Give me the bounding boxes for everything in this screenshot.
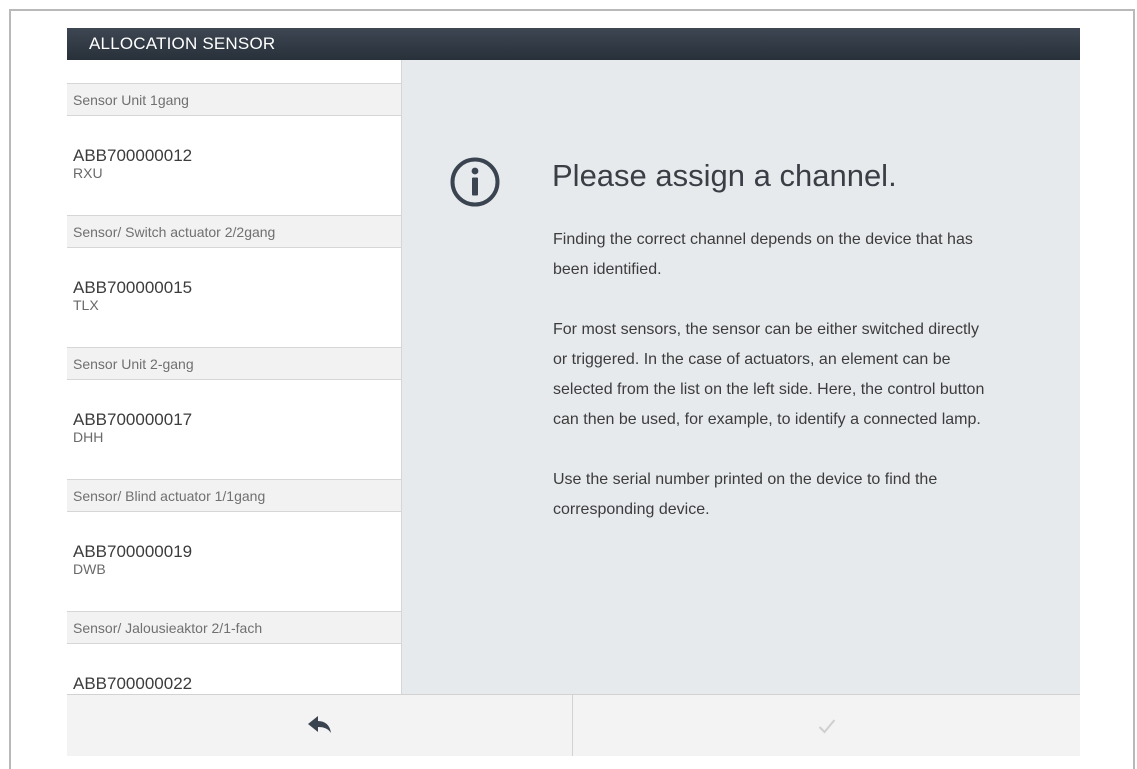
back-arrow-icon — [307, 715, 331, 733]
list-top-gap — [67, 60, 401, 83]
device-serial: ABB700000022 — [73, 674, 193, 693]
list-item[interactable]: ABB700000015 TLX — [67, 248, 401, 347]
back-button[interactable] — [67, 695, 573, 756]
instruction-panel: Please assign a channel. Finding the cor… — [402, 60, 1080, 694]
device-type: TLX — [73, 297, 99, 313]
device-serial: ABB700000015 — [73, 278, 193, 297]
list-item[interactable]: ABB700000012 RXU — [67, 116, 401, 215]
message-paragraph: Use the serial number printed on the dev… — [553, 471, 938, 518]
message-title: Please assign a channel. — [552, 158, 897, 193]
device-serial: ABB700000012 — [73, 146, 193, 165]
footer-bar — [67, 694, 1080, 756]
info-icon — [450, 157, 500, 207]
message-body: Finding the correct channel depends on t… — [553, 225, 993, 555]
list-item[interactable]: ABB700000017 DHH — [67, 380, 401, 479]
window-title: ALLOCATION SENSOR — [67, 28, 1080, 60]
group-header: Sensor/ Switch actuator 2/2gang — [67, 215, 401, 248]
checkmark-icon — [818, 718, 835, 733]
message-paragraph: Finding the correct channel depends on t… — [553, 231, 973, 278]
device-type: DWB — [73, 561, 106, 577]
group-header: Sensor/ Blind actuator 1/1gang — [67, 479, 401, 512]
device-type: DHH — [73, 429, 104, 445]
device-serial: ABB700000019 — [73, 542, 193, 561]
app-window: ALLOCATION SENSOR Sensor Unit 1gang ABB7… — [67, 28, 1080, 756]
device-serial: ABB700000017 — [73, 410, 193, 429]
confirm-button[interactable] — [573, 695, 1080, 756]
sensor-list[interactable]: Sensor Unit 1gang ABB700000012 RXU Senso… — [67, 60, 402, 694]
list-item[interactable]: ABB700000022 — [67, 644, 401, 694]
list-item[interactable]: ABB700000019 DWB — [67, 512, 401, 611]
group-header: Sensor Unit 1gang — [67, 83, 401, 116]
message-paragraph: For most sensors, the sensor can be eith… — [553, 321, 985, 428]
device-type: RXU — [73, 165, 103, 181]
group-header: Sensor/ Jalousieaktor 2/1-fach — [67, 611, 401, 644]
group-header: Sensor Unit 2-gang — [67, 347, 401, 380]
